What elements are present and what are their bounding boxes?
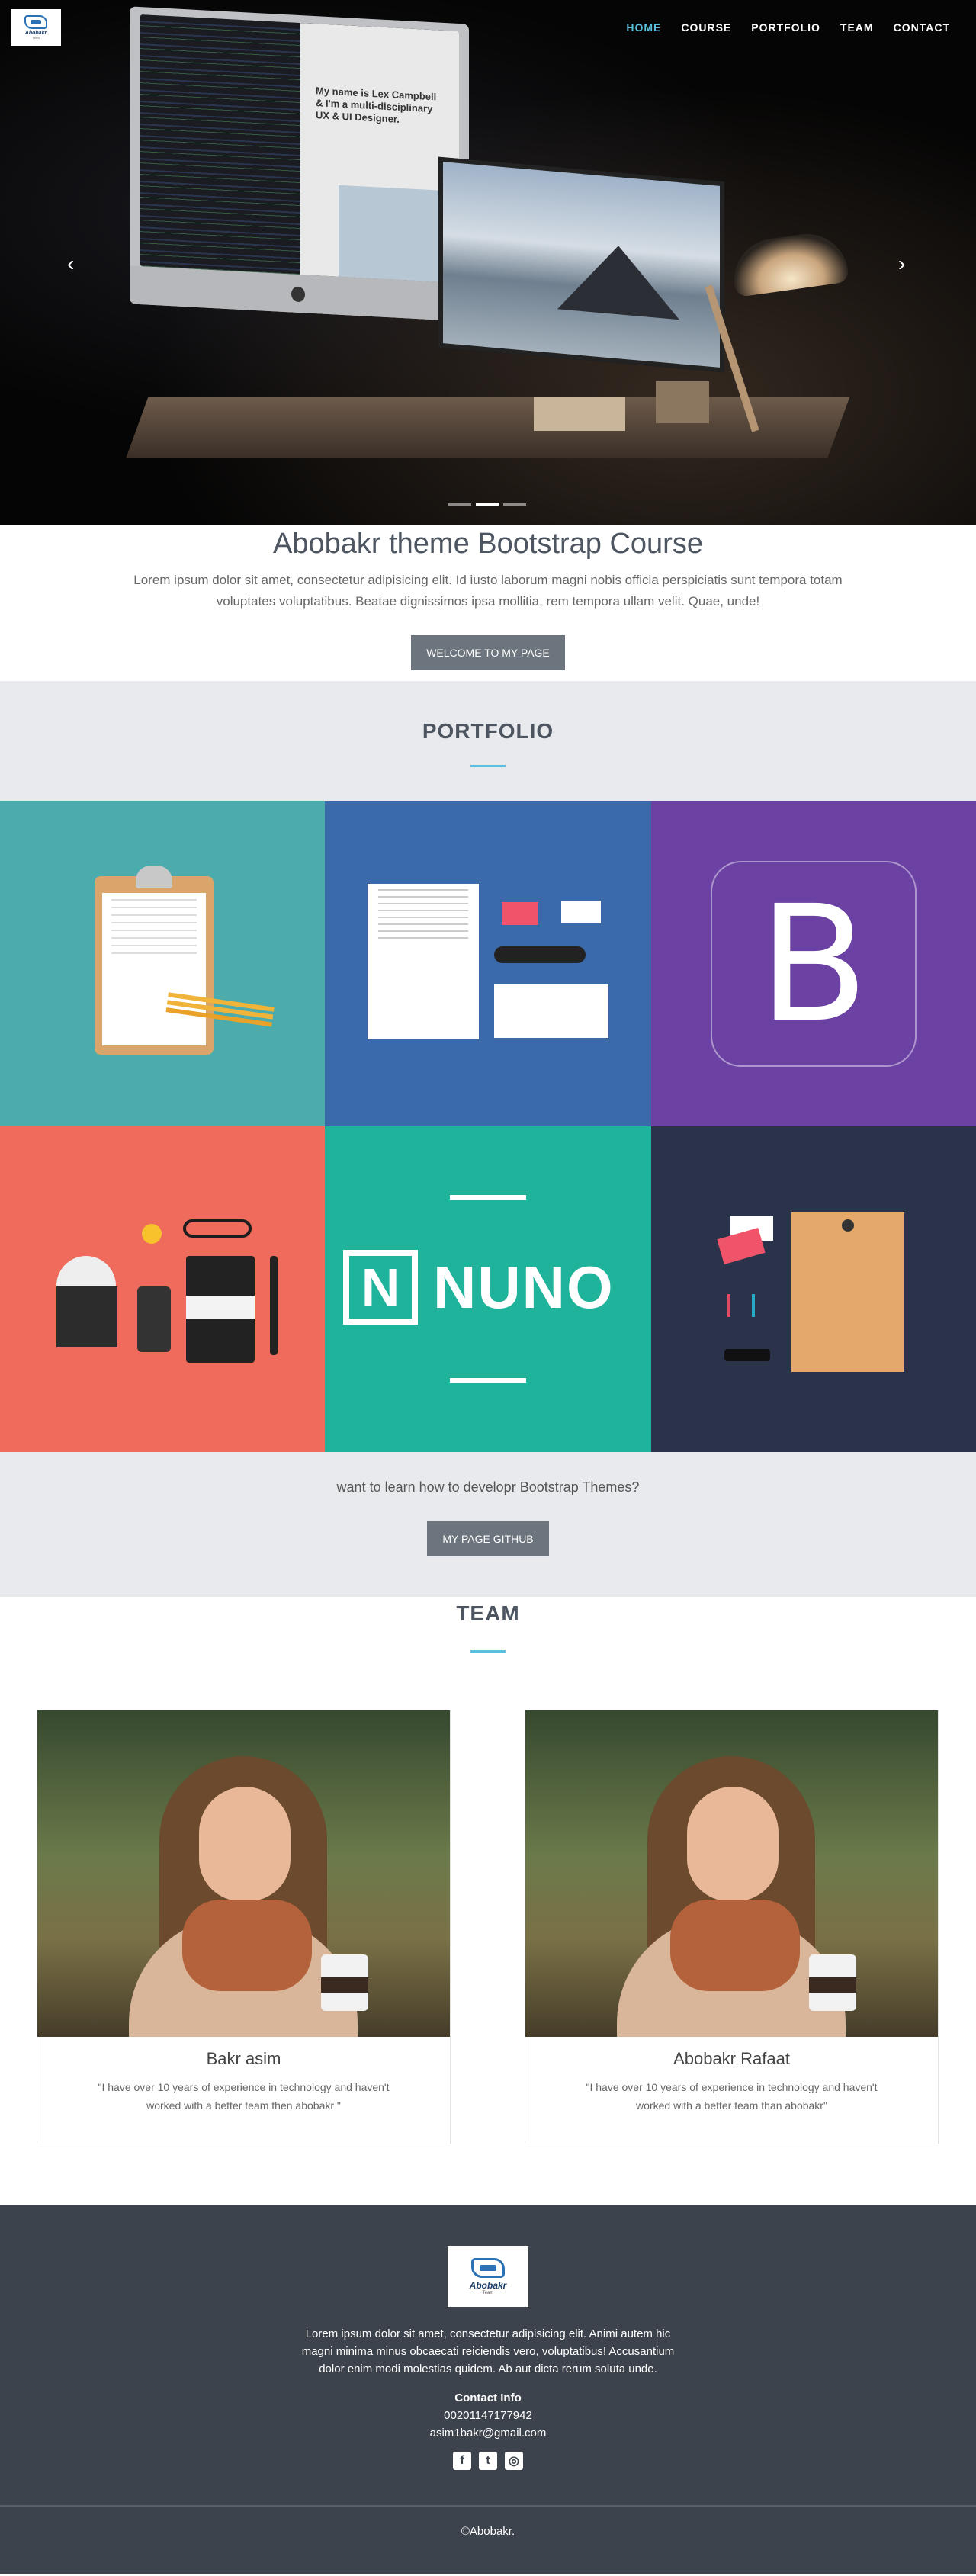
nav-item-team[interactable]: TEAM: [840, 21, 874, 34]
team-member-name: Abobakr Rafaat: [673, 2049, 790, 2068]
portfolio-item-bootstrap[interactable]: B: [651, 801, 976, 1126]
screen-heading: My name is Lex Campbell & I'm a multi-di…: [316, 85, 437, 125]
nav-menu: HOME COURSE PORTFOLIO TEAM CONTACT: [626, 21, 950, 34]
logo-text: Abobakr: [469, 2279, 507, 2291]
carousel-indicator-active[interactable]: [476, 503, 499, 506]
hero-monitor-image: [438, 156, 724, 373]
nuno-bottom-bar: [450, 1378, 526, 1383]
pen-image: [270, 1256, 278, 1355]
phone-image: [137, 1286, 171, 1352]
desk-box: [656, 381, 709, 423]
paper-clips-image: [727, 1294, 755, 1317]
brand-logo[interactable]: Abobakr Team: [11, 9, 61, 46]
copyright-text: ©Abobakr.: [461, 2525, 515, 2538]
desk-surface: [126, 397, 850, 458]
facebook-icon[interactable]: f: [453, 2452, 471, 2470]
hero-carousel: My name is Lex Campbell & I'm a multi-di…: [0, 0, 976, 525]
cd-sleeve-image: [56, 1286, 117, 1347]
nav-item-portfolio[interactable]: PORTFOLIO: [751, 21, 820, 34]
nav-item-contact[interactable]: CONTACT: [894, 21, 950, 34]
social-links: f t ◎: [0, 2452, 976, 2470]
portfolio-item-clipboard[interactable]: [0, 801, 325, 1126]
portfolio-grid: B N NUNO: [0, 801, 976, 1452]
screen-project-block: [339, 185, 453, 283]
nav-item-home[interactable]: HOME: [626, 21, 661, 34]
nav-item-course[interactable]: COURSE: [681, 21, 731, 34]
carousel-indicator[interactable]: [503, 503, 526, 506]
page-title: Abobakr theme Bootstrap Course: [273, 528, 703, 560]
github-button[interactable]: MY PAGE GITHUB: [427, 1521, 549, 1556]
team-cards: Bakr asim "I have over 10 years of exper…: [0, 1653, 976, 2179]
logo-subtext: Team: [32, 36, 40, 40]
nuno-logo-mark: N: [343, 1250, 418, 1325]
navbar: Abobakr Team HOME COURSE PORTFOLIO TEAM …: [0, 0, 976, 58]
logo-mark: [471, 2257, 505, 2278]
intro-section: Abobakr theme Bootstrap Course Lorem ips…: [0, 525, 976, 681]
instagram-icon[interactable]: ◎: [505, 2452, 523, 2470]
team-member-quote: "I have over 10 years of experience in t…: [586, 2081, 878, 2112]
kraft-envelope-image: [791, 1212, 904, 1372]
mountain-shape: [557, 240, 679, 320]
business-card-white: [561, 901, 601, 923]
stapler-image: [494, 946, 586, 963]
glasses-image: [183, 1219, 252, 1238]
nuno-top-bar: [450, 1195, 526, 1200]
portfolio-header: PORTFOLIO: [0, 681, 976, 801]
contact-phone: 00201147177942: [444, 2409, 532, 2422]
portfolio-item-nuno[interactable]: N NUNO: [325, 1126, 651, 1452]
team-card: Bakr asim "I have over 10 years of exper…: [37, 1710, 451, 2144]
intro-text: Lorem ipsum dolor sit amet, consectetur …: [133, 573, 843, 609]
portfolio-heading: PORTFOLIO: [422, 719, 554, 743]
portfolio-section: PORTFOLIO B N NUNO: [0, 681, 976, 1452]
business-card-red: [717, 1227, 766, 1265]
team-card: Abobakr Rafaat "I have over 10 years of …: [525, 1710, 939, 2144]
clipboard-image: [95, 866, 214, 1055]
footer-logo[interactable]: Abobakr Team: [448, 2246, 528, 2307]
footer-about-text: Lorem ipsum dolor sit amet, consectetur …: [301, 2327, 675, 2375]
team-member-photo: [37, 1710, 450, 2037]
twitter-icon[interactable]: t: [479, 2452, 497, 2470]
apple-logo-icon: [291, 286, 305, 303]
team-member-photo: [525, 1710, 938, 2037]
business-card-red: [502, 902, 538, 925]
bootstrap-logo-icon: B: [711, 861, 917, 1067]
team-section: TEAM Bakr asim "I have over 10 years of …: [0, 1597, 976, 2205]
nuno-logo: N NUNO: [343, 1250, 615, 1325]
portfolio-item-stationery[interactable]: [325, 801, 651, 1126]
portfolio-item-branding[interactable]: [0, 1126, 325, 1452]
copyright-bar: ©Abobakr.: [0, 2505, 976, 2574]
clipboard-clip: [136, 866, 172, 888]
cta-section: want to learn how to developr Bootstrap …: [0, 1452, 976, 1597]
cta-text: want to learn how to developr Bootstrap …: [336, 1479, 640, 1495]
usb-drive-image: [724, 1349, 770, 1361]
badge-image: [142, 1224, 162, 1244]
clipboard-paper: [102, 893, 206, 1045]
logo-subtext: Team: [482, 2290, 494, 2295]
team-heading: TEAM: [456, 1601, 520, 1625]
envelope-image: [494, 984, 608, 1038]
desk-box: [534, 397, 625, 431]
welcome-button[interactable]: WELCOME TO MY PAGE: [411, 635, 565, 670]
chevron-left-icon[interactable]: ‹: [67, 252, 74, 276]
nuno-logo-text: NUNO: [433, 1253, 615, 1321]
team-member-name: Bakr asim: [206, 2049, 281, 2068]
heading-divider: [470, 765, 506, 767]
contact-email[interactable]: asim1bakr@gmail.com: [0, 2427, 976, 2439]
portfolio-item-envelope[interactable]: [651, 1126, 976, 1452]
carousel-indicator[interactable]: [448, 503, 471, 506]
contact-heading: Contact Info: [454, 2391, 522, 2404]
logo-mark: [24, 15, 47, 29]
notebook-image: [186, 1256, 255, 1363]
carousel-indicators: [448, 503, 526, 506]
logo-text: Abobakr: [24, 31, 47, 36]
website-preview-image: My name is Lex Campbell & I'm a multi-di…: [300, 23, 459, 283]
team-member-quote: "I have over 10 years of experience in t…: [98, 2081, 390, 2112]
footer: Abobakr Team Lorem ipsum dolor sit amet,…: [0, 2205, 976, 2505]
chevron-right-icon[interactable]: ›: [898, 252, 905, 276]
letterhead-image: [368, 884, 479, 1039]
